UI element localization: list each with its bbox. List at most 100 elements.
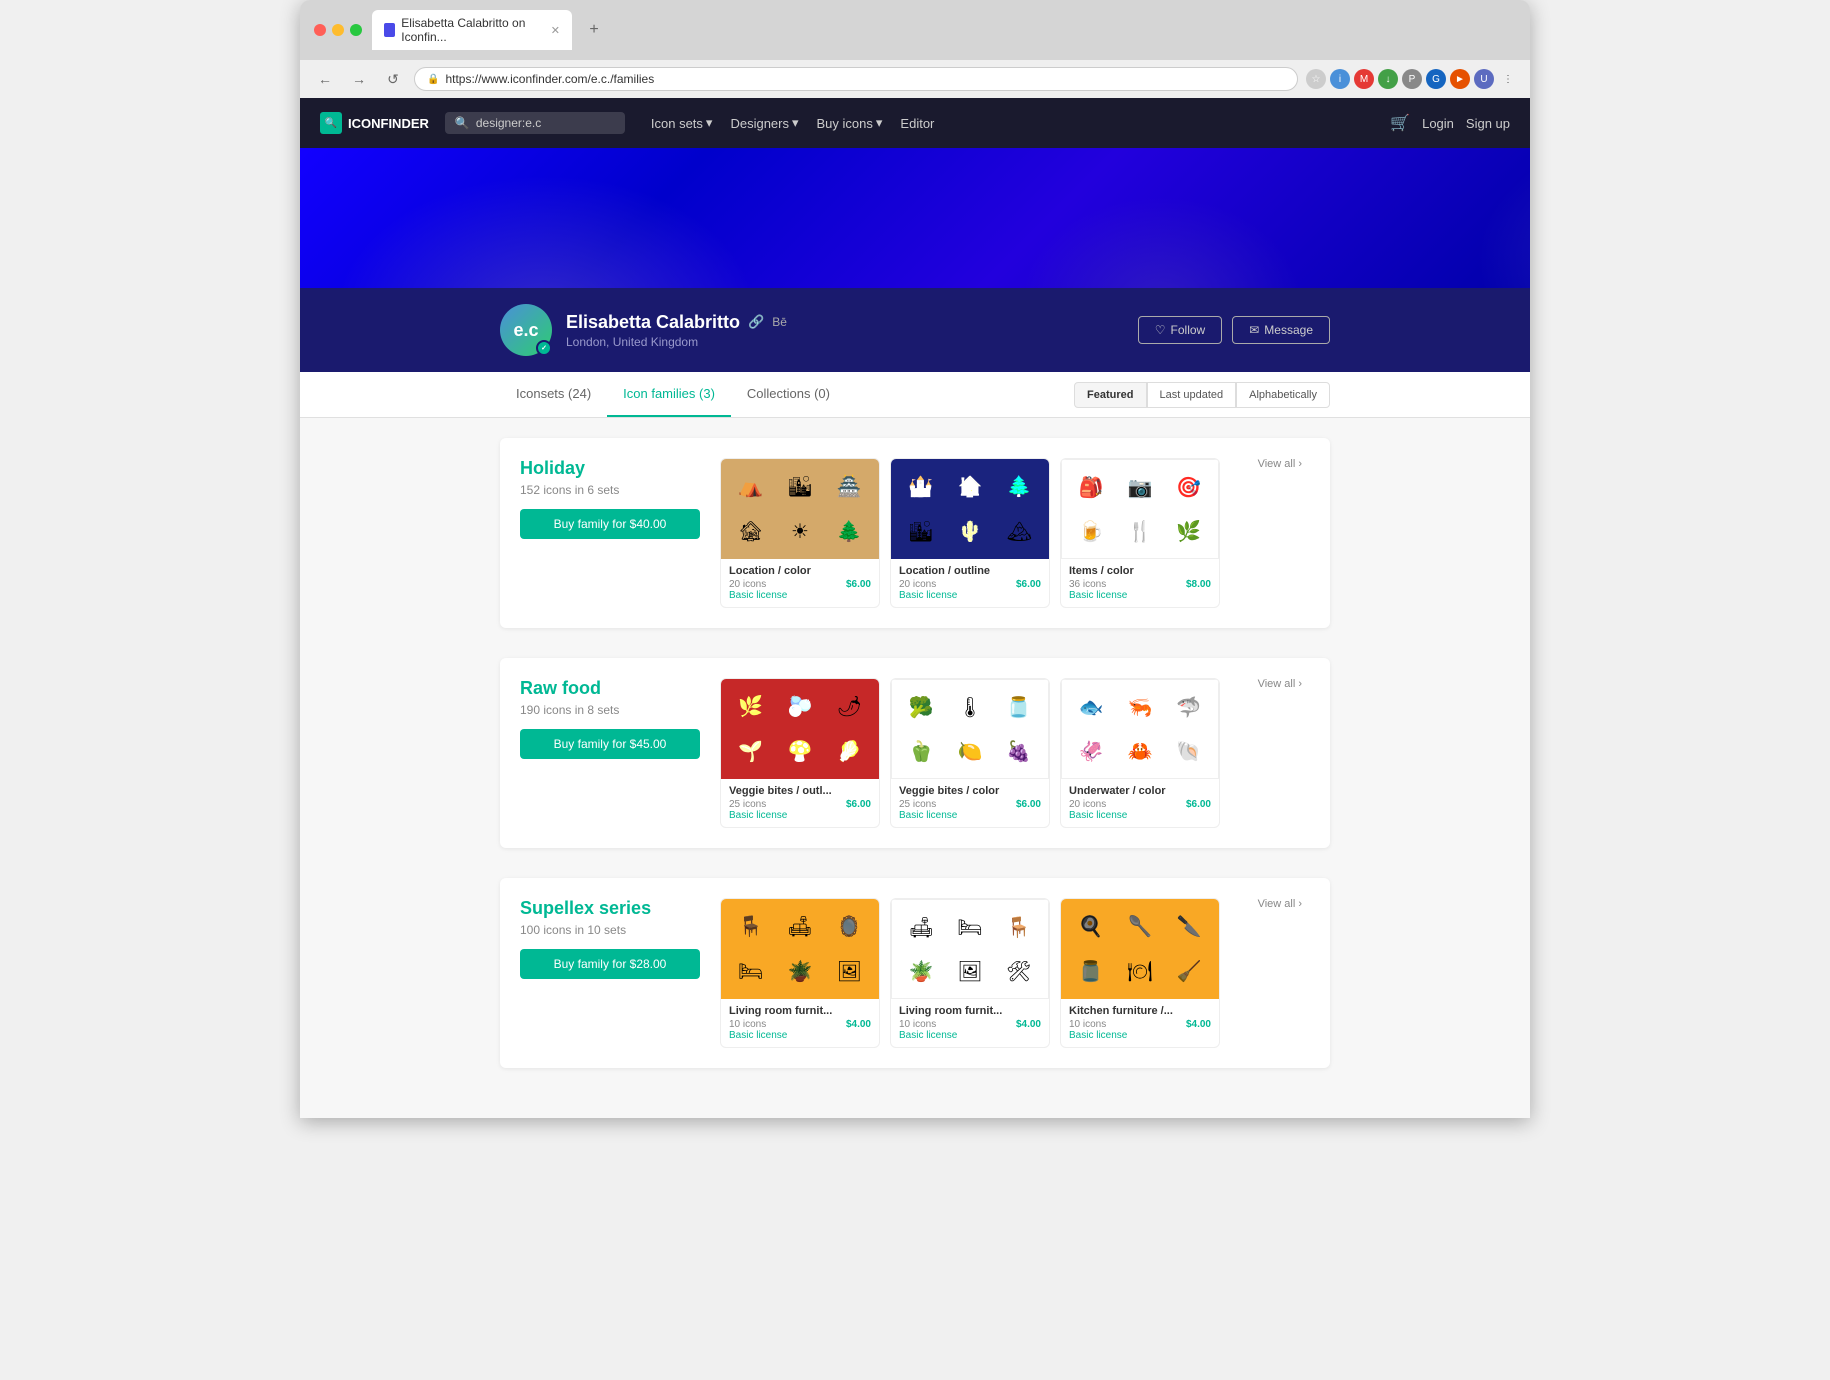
thumb-icon-l4: 🛏 [738, 959, 763, 984]
buy-rawfood-button[interactable]: Buy family for $45.00 [520, 729, 700, 759]
back-button[interactable]: ← [312, 66, 338, 92]
logo-icon: 🔍 [320, 112, 342, 134]
sort-last-updated-button[interactable]: Last updated [1147, 382, 1237, 408]
card-license-supellex-3: Basic license [1069, 1030, 1211, 1041]
tab-icon-families[interactable]: Icon families (3) [607, 372, 731, 417]
thumb-icon-k1: 🍳 [1078, 914, 1103, 939]
forward-button[interactable]: → [346, 66, 372, 92]
search-icon: 🔍 [455, 116, 470, 130]
card-meta-supellex-3: 10 icons $4.00 [1069, 1019, 1211, 1030]
card-rawfood-veggie-color[interactable]: 🥦 🌡 🫙 🫑 🍋 🍇 Veggie bites / color [890, 678, 1050, 828]
thumb-icon-4: 🏚 [738, 519, 763, 544]
thumb-icon-i4: 🍺 [1079, 519, 1104, 544]
thumb-icon-k4: 🫙 [1078, 959, 1103, 984]
card-info-rawfood-1: Veggie bites / outl... 25 icons $6.00 Ba… [721, 779, 879, 827]
nav-iconsets[interactable]: Icon sets ▾ [651, 115, 713, 131]
card-info-supellex-1: Living room furnit... 10 icons $4.00 Bas… [721, 999, 879, 1047]
heart-icon: ♡ [1155, 323, 1166, 337]
extension-icon-2[interactable]: M [1354, 69, 1374, 89]
extension-icon-6[interactable]: ► [1450, 69, 1470, 89]
browser-toolbar: ← → ↺ 🔒 https://www.iconfinder.com/e.c./… [300, 60, 1530, 98]
family-name-holiday: Holiday [520, 458, 700, 479]
browser-tab[interactable]: Elisabetta Calabritto on Iconfin... ✕ [372, 10, 572, 50]
card-supellex-kitchen[interactable]: 🍳 🥄 🔪 🫙 🍽 🧹 Kitchen furniture /... [1060, 898, 1220, 1048]
thumb-icon-o2: 🏠 [958, 474, 983, 499]
thumb-icon-1: ⛺ [738, 474, 763, 499]
extension-icon-1[interactable]: i [1330, 69, 1350, 89]
nav-buy-icons[interactable]: Buy icons ▾ [817, 115, 883, 131]
card-meta-rawfood-3: 20 icons $6.00 [1069, 799, 1211, 810]
buy-holiday-button[interactable]: Buy family for $40.00 [520, 509, 700, 539]
close-window-button[interactable] [314, 24, 326, 36]
header-search-bar[interactable]: 🔍 designer:e.c [445, 112, 625, 134]
address-bar[interactable]: 🔒 https://www.iconfinder.com/e.c./famili… [414, 67, 1298, 91]
thumb-icon-lc6: 🛠 [1006, 959, 1031, 984]
follow-button[interactable]: ♡ Follow [1138, 316, 1222, 344]
nav-iconsets-arrow: ▾ [706, 115, 713, 131]
header-auth: 🛒 Login Sign up [1390, 113, 1510, 133]
menu-icon[interactable]: ⋮ [1498, 69, 1518, 89]
signup-button[interactable]: Sign up [1466, 116, 1510, 131]
sort-buttons: Featured Last updated Alphabetically [1074, 382, 1330, 408]
profile-be-link[interactable]: Bē [772, 315, 787, 329]
tab-close-icon[interactable]: ✕ [551, 24, 560, 37]
profile-link-icon[interactable]: 🔗 [748, 314, 764, 330]
logo-area[interactable]: 🔍 ICONFINDER [320, 112, 429, 134]
view-all-supellex[interactable]: View all › [1250, 898, 1310, 910]
card-supellex-living-2[interactable]: 🛋 🛏 🪑 🪴 🖼 🛠 Living room furnit... [890, 898, 1050, 1048]
view-all-holiday[interactable]: View all › [1250, 458, 1310, 470]
thumb-icon-lc4: 🪴 [909, 959, 934, 984]
sort-alphabetically-button[interactable]: Alphabetically [1236, 382, 1330, 408]
nav-editor[interactable]: Editor [900, 116, 934, 131]
card-count-holiday-3: 36 icons [1069, 579, 1106, 590]
card-license-rawfood-3: Basic license [1069, 810, 1211, 821]
window-controls[interactable] [314, 24, 362, 36]
card-count-supellex-3: 10 icons [1069, 1019, 1106, 1030]
view-all-rawfood[interactable]: View all › [1250, 678, 1310, 690]
card-info-supellex-3: Kitchen furniture /... 10 icons $4.00 Ba… [1061, 999, 1219, 1047]
card-license-supellex-2: Basic license [899, 1030, 1041, 1041]
cart-icon[interactable]: 🛒 [1390, 113, 1410, 133]
buy-supellex-button[interactable]: Buy family for $28.00 [520, 949, 700, 979]
family-name-supellex: Supellex series [520, 898, 700, 919]
card-price-supellex-3: $4.00 [1186, 1019, 1211, 1030]
thumb-icon-k2: 🥄 [1128, 914, 1153, 939]
card-title-supellex-1: Living room furnit... [729, 1005, 871, 1017]
new-tab-button[interactable]: + [582, 18, 606, 42]
card-info-holiday-1: Location / color 20 icons $6.00 Basic li… [721, 559, 879, 607]
profile-icon[interactable]: U [1474, 69, 1494, 89]
card-holiday-location-outline[interactable]: 🏰 🏠 🌲 🏙 🌵 🏔 Location / outline 20 [890, 458, 1050, 608]
extension-icon-3[interactable]: ↓ [1378, 69, 1398, 89]
extension-icon-4[interactable]: P [1402, 69, 1422, 89]
thumb-icon-v4: 🌱 [738, 739, 763, 764]
bookmark-icon[interactable]: ☆ [1306, 69, 1326, 89]
card-meta-holiday-3: 36 icons $8.00 [1069, 579, 1211, 590]
family-grid-rawfood: 🌿 🫐 🌶 🌱 🍄 🥬 Veggie bites / outl... [720, 678, 1230, 828]
refresh-button[interactable]: ↺ [380, 66, 406, 92]
extension-icon-5[interactable]: G [1426, 69, 1446, 89]
profile-name: Elisabetta Calabritto 🔗 Bē [566, 312, 1138, 333]
minimize-window-button[interactable] [332, 24, 344, 36]
card-rawfood-veggie-outline[interactable]: 🌿 🫐 🌶 🌱 🍄 🥬 Veggie bites / outl... [720, 678, 880, 828]
tab-collections[interactable]: Collections (0) [731, 372, 846, 417]
nav-designers[interactable]: Designers ▾ [730, 115, 798, 131]
thumb-icon-i5: 🍴 [1128, 519, 1153, 544]
family-count-holiday: 152 icons in 6 sets [520, 483, 700, 497]
card-holiday-location-color[interactable]: ⛺ 🏙 🏯 🏚 ☀ 🌲 Location / color 20 ico [720, 458, 880, 608]
maximize-window-button[interactable] [350, 24, 362, 36]
family-header-supellex: Supellex series 100 icons in 10 sets Buy… [520, 898, 1310, 1048]
sort-featured-button[interactable]: Featured [1074, 382, 1146, 408]
family-section-supellex: Supellex series 100 icons in 10 sets Buy… [500, 878, 1330, 1068]
thumb-icon-vc3: 🫙 [1006, 695, 1031, 720]
profile-name-text: Elisabetta Calabritto [566, 312, 740, 333]
login-button[interactable]: Login [1422, 116, 1454, 131]
card-rawfood-underwater[interactable]: 🐟 🦐 🦈 🦑 🦀 🐚 Underwater / color 20 [1060, 678, 1220, 828]
card-holiday-items-color[interactable]: 🎒 📷 🎯 🍺 🍴 🌿 Items / color 36 icon [1060, 458, 1220, 608]
profile-actions: ♡ Follow ✉ Message [1138, 316, 1330, 344]
card-supellex-living-1[interactable]: 🪑 🛋 🪞 🛏 🪴 🖼 Living room furnit... [720, 898, 880, 1048]
thumb-icon-vc5: 🍋 [958, 739, 983, 764]
tab-iconsets[interactable]: Iconsets (24) [500, 372, 607, 417]
message-button[interactable]: ✉ Message [1232, 316, 1330, 344]
thumb-icon-2: 🏙 [787, 474, 812, 499]
thumb-icon-3: 🏯 [837, 474, 862, 499]
